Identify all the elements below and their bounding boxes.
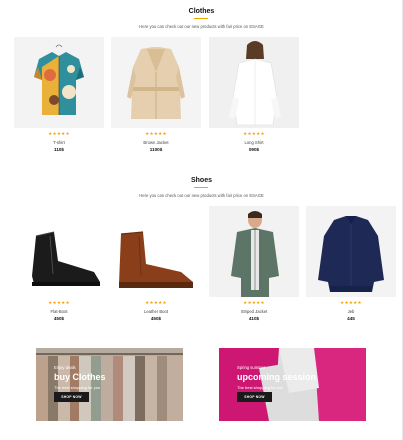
shoes-title-underline (194, 187, 208, 188)
product-name[interactable]: Flat-Boot (14, 309, 104, 314)
promo-banner-upcoming[interactable]: Spring summer upcoming session The best … (219, 348, 366, 421)
product-image-flat-boot[interactable] (14, 206, 104, 297)
product-image-jeb[interactable] (306, 206, 396, 297)
product-name[interactable]: Jeb (306, 309, 396, 314)
product-card-striped-jacket[interactable]: ★★★★★ Striped Jacket 410$ (209, 206, 299, 321)
product-name[interactable]: T-shirt (14, 140, 104, 145)
shop-now-button[interactable]: SHOP NOW (54, 392, 89, 402)
shoes-section-title: Shoes (190, 177, 212, 184)
product-name[interactable]: Leather Boot (111, 309, 201, 314)
product-card-jeb[interactable]: ★★★★★ Jeb 445 (306, 206, 396, 321)
product-price: 1100$ (149, 147, 163, 152)
banner-tagline: Spring summer (237, 365, 266, 370)
rating-stars: ★★★★★ (243, 131, 265, 136)
product-card-tshirt[interactable]: ★★★★★ T-shirt 110$ (14, 37, 104, 152)
product-price: 445 (347, 316, 355, 321)
rating-stars: ★★★★★ (340, 300, 362, 305)
banner-heading: upcoming session (237, 372, 317, 382)
product-page: Clothes Here you can check out our new p… (0, 0, 403, 440)
rating-stars: ★★★★★ (145, 131, 167, 136)
rating-stars: ★★★★★ (243, 300, 265, 305)
shop-now-button[interactable]: SHOP NOW (237, 392, 272, 402)
promo-banner-clothes[interactable]: Enjoy deals buy Clothes The best shoppin… (36, 348, 183, 421)
banner-heading: buy Clothes (54, 372, 106, 382)
product-name[interactable]: Long Shirt (209, 140, 299, 145)
clothes-section-subtitle: Here you can check out our new products … (139, 24, 264, 29)
product-image-leather-boot[interactable] (111, 206, 201, 297)
product-image-brown-jacket[interactable] (111, 37, 201, 128)
product-image-striped-jacket[interactable] (209, 206, 299, 297)
product-image-tshirt[interactable] (14, 37, 104, 128)
rating-stars: ★★★★★ (145, 300, 167, 305)
product-price: 090$ (248, 147, 260, 152)
product-price: 410$ (248, 316, 260, 321)
product-card-brown-jacket[interactable]: ★★★★★ Brown Jacket 1100$ (111, 37, 201, 152)
product-image-long-shirt[interactable] (209, 37, 299, 128)
shoes-section-subtitle: Here you can check out our new products … (139, 193, 264, 198)
clothes-title-underline (194, 18, 208, 19)
banner-tagline: Enjoy deals (54, 365, 76, 370)
product-card-leather-boot[interactable]: ★★★★★ Leather Boot 450$ (111, 206, 201, 321)
product-name[interactable]: Brown Jacket (111, 140, 201, 145)
product-price: 450$ (150, 316, 162, 321)
product-price: 450$ (53, 316, 65, 321)
product-card-long-shirt[interactable]: ★★★★★ Long Shirt 090$ (209, 37, 299, 152)
rating-stars: ★★★★★ (48, 300, 70, 305)
product-card-flat-boot[interactable]: ★★★★★ Flat-Boot 450$ (14, 206, 104, 321)
banner-subtext: The best shopping for you (54, 385, 101, 390)
product-name[interactable]: Striped Jacket (209, 309, 299, 314)
clothes-section-title: Clothes (188, 8, 215, 15)
banner-subtext: The best shopping for you (237, 385, 284, 390)
rating-stars: ★★★★★ (48, 131, 70, 136)
product-price: 110$ (54, 147, 64, 152)
